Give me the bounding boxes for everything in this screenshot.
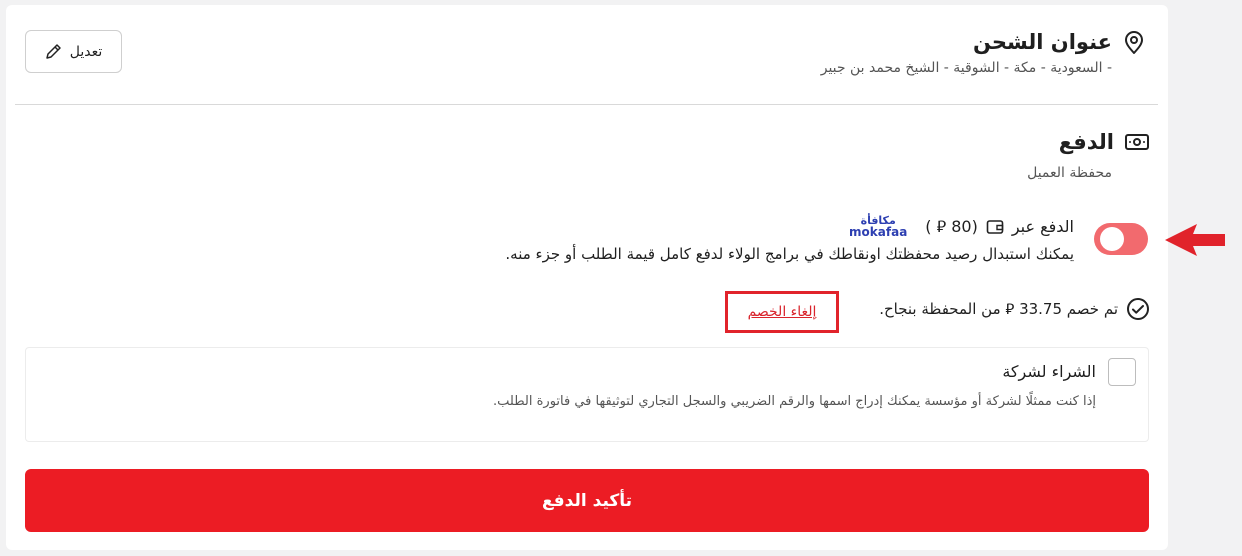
edit-label: تعديل bbox=[69, 43, 103, 60]
wallet-balance: (80 ⃁ ) bbox=[925, 216, 978, 236]
pay-via-label: الدفع عبر bbox=[1011, 217, 1074, 236]
toggle-knob bbox=[1100, 227, 1124, 251]
payment-subtitle: محفظة العميل bbox=[1027, 165, 1112, 181]
deduction-status: تم خصم 33.75 ⃁ من المحفظة بنجاح. bbox=[879, 297, 1150, 321]
pencil-icon bbox=[45, 43, 62, 60]
deduction-text: تم خصم 33.75 ⃁ من المحفظة بنجاح. bbox=[879, 299, 1118, 318]
company-description: إذا كنت ممثلًا لشركة أو مؤسسة يمكنك إدرا… bbox=[493, 394, 1096, 409]
shipping-address: - السعودية - مكة - الشوقية - الشيخ محمد … bbox=[820, 60, 1112, 76]
company-checkbox[interactable] bbox=[1108, 358, 1136, 386]
wallet-pay-line: الدفع عبر (80 ⃁ ) مكافأة mokafaa bbox=[849, 215, 1074, 238]
checkout-card: عنوان الشحن - السعودية - مكة - الشوقية -… bbox=[6, 5, 1168, 550]
section-divider bbox=[15, 104, 1158, 105]
cash-icon bbox=[1124, 132, 1150, 152]
wallet-toggle[interactable] bbox=[1094, 223, 1148, 255]
wallet-icon bbox=[986, 219, 1004, 235]
payment-header: الدفع bbox=[1059, 130, 1150, 154]
annotation-arrow-icon bbox=[1163, 221, 1227, 259]
payment-title: الدفع bbox=[1058, 130, 1114, 154]
location-pin-icon bbox=[1122, 29, 1146, 55]
edit-address-button[interactable]: تعديل bbox=[25, 30, 122, 73]
shipping-header: عنوان الشحن bbox=[973, 29, 1146, 55]
mokafaa-logo: مكافأة mokafaa bbox=[849, 215, 907, 238]
shipping-title: عنوان الشحن bbox=[972, 30, 1112, 54]
company-purchase-box: الشراء لشركة إذا كنت ممثلًا لشركة أو مؤس… bbox=[25, 347, 1149, 442]
cancel-deduction-link[interactable]: إلغاء الخصم bbox=[748, 304, 817, 320]
cancel-highlight-box: إلغاء الخصم bbox=[725, 291, 839, 333]
mokafaa-logo-en: mokafaa bbox=[849, 225, 908, 239]
check-circle-icon bbox=[1126, 297, 1150, 321]
company-label: الشراء لشركة bbox=[1002, 362, 1096, 381]
wallet-description: يمكنك استبدال رصيد محفظتك اونقاطك في برا… bbox=[505, 245, 1074, 263]
confirm-payment-button[interactable]: تأكيد الدفع bbox=[25, 469, 1149, 532]
